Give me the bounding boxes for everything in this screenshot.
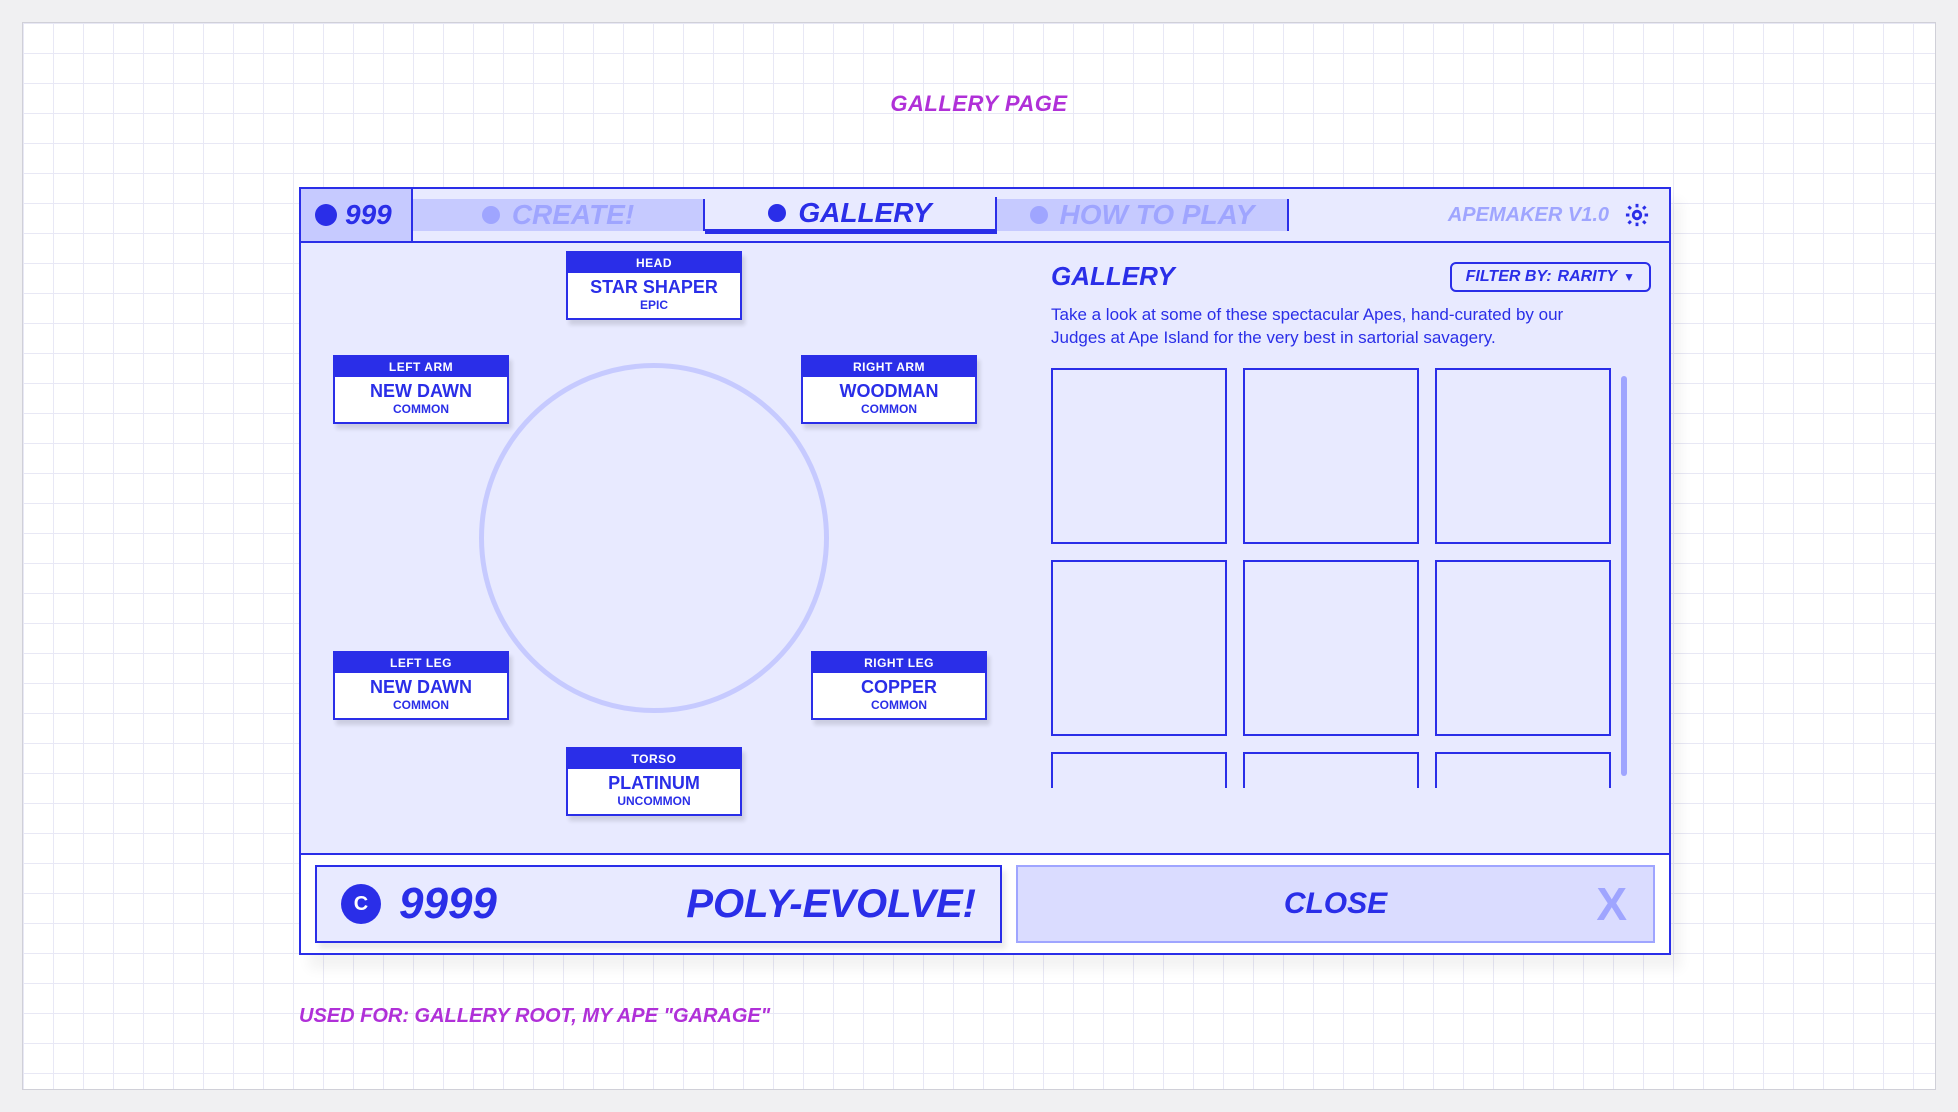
preview-area: HEAD STAR SHAPER EPIC LEFT ARM NEW DAWN …: [301, 243, 1011, 853]
coin-icon: [315, 204, 337, 226]
tab-create[interactable]: CREATE!: [413, 199, 705, 231]
page-title: GALLERY PAGE: [890, 91, 1067, 117]
part-card-left-leg[interactable]: LEFT LEG NEW DAWN COMMON: [333, 651, 509, 720]
filter-value: RARITY: [1558, 268, 1618, 286]
part-card-left-arm[interactable]: LEFT ARM NEW DAWN COMMON: [333, 355, 509, 424]
tab-label: HOW TO PLAY: [1060, 199, 1255, 231]
gallery-panel: GALLERY FILTER BY: RARITY ▼ Take a look …: [1051, 243, 1669, 853]
part-card-head[interactable]: HEAD STAR SHAPER EPIC: [566, 251, 742, 320]
part-slot: RIGHT ARM: [803, 357, 975, 377]
part-rarity: COMMON: [335, 402, 507, 422]
gallery-tile[interactable]: [1243, 752, 1419, 788]
chevron-down-icon: ▼: [1623, 270, 1635, 284]
tab-dot-icon: [1030, 206, 1048, 224]
part-card-right-leg[interactable]: RIGHT LEG COPPER COMMON: [811, 651, 987, 720]
currency-icon: C: [341, 884, 381, 924]
part-rarity: COMMON: [803, 402, 975, 422]
coin-count: 999: [345, 199, 392, 231]
topbar: 999 CREATE! GALLERY HOW TO PLAY APEMAKER…: [301, 189, 1669, 243]
bottom-bar: C 9999 POLY-EVOLVE! CLOSE X: [301, 853, 1669, 953]
part-name: WOODMAN: [803, 377, 975, 402]
part-name: COPPER: [813, 673, 985, 698]
gallery-tile[interactable]: [1435, 752, 1611, 788]
gallery-title: GALLERY: [1051, 261, 1175, 292]
part-name: PLATINUM: [568, 769, 740, 794]
tab-dot-icon: [768, 204, 786, 222]
coin-counter: 999: [301, 189, 411, 241]
part-name: NEW DAWN: [335, 377, 507, 402]
close-label: CLOSE: [1284, 887, 1387, 921]
version-label: APEMAKER V1.0: [1448, 204, 1609, 227]
part-rarity: EPIC: [568, 298, 740, 318]
gallery-description: Take a look at some of these spectacular…: [1051, 304, 1611, 350]
part-rarity: UNCOMMON: [568, 794, 740, 814]
gear-icon[interactable]: [1623, 201, 1651, 229]
scrollbar[interactable]: [1621, 376, 1627, 776]
part-slot: LEFT ARM: [335, 357, 507, 377]
tab-dot-icon: [482, 206, 500, 224]
tab-label: GALLERY: [798, 197, 931, 229]
evolve-label: POLY-EVOLVE!: [686, 882, 976, 927]
gallery-grid: [1051, 368, 1611, 788]
preview-circle: [479, 363, 829, 713]
gallery-tile[interactable]: [1243, 368, 1419, 544]
gallery-tile[interactable]: [1243, 560, 1419, 736]
part-slot: RIGHT LEG: [813, 653, 985, 673]
tab-gallery[interactable]: GALLERY: [705, 197, 997, 234]
poly-evolve-button[interactable]: C 9999 POLY-EVOLVE!: [315, 865, 1002, 943]
part-slot: HEAD: [568, 253, 740, 273]
filter-label: FILTER BY:: [1466, 268, 1552, 286]
close-button[interactable]: CLOSE X: [1016, 865, 1655, 943]
app-window: 999 CREATE! GALLERY HOW TO PLAY APEMAKER…: [299, 187, 1671, 955]
gallery-tile[interactable]: [1051, 368, 1227, 544]
gallery-tile[interactable]: [1051, 752, 1227, 788]
topbar-right: APEMAKER V1.0: [1289, 189, 1669, 241]
part-card-right-arm[interactable]: RIGHT ARM WOODMAN COMMON: [801, 355, 977, 424]
footnote: USED FOR: GALLERY ROOT, MY APE "GARAGE": [299, 1005, 770, 1028]
tab-bar: CREATE! GALLERY HOW TO PLAY: [411, 189, 1289, 241]
evolve-cost: 9999: [399, 879, 497, 929]
tab-howtoplay[interactable]: HOW TO PLAY: [997, 199, 1289, 231]
gallery-tile[interactable]: [1435, 560, 1611, 736]
close-icon: X: [1596, 877, 1627, 931]
part-name: STAR SHAPER: [568, 273, 740, 298]
part-name: NEW DAWN: [335, 673, 507, 698]
part-slot: TORSO: [568, 749, 740, 769]
filter-dropdown[interactable]: FILTER BY: RARITY ▼: [1450, 262, 1651, 292]
gallery-tile[interactable]: [1435, 368, 1611, 544]
tab-label: CREATE!: [512, 199, 634, 231]
gallery-tile[interactable]: [1051, 560, 1227, 736]
part-rarity: COMMON: [813, 698, 985, 718]
part-card-torso[interactable]: TORSO PLATINUM UNCOMMON: [566, 747, 742, 816]
part-slot: LEFT LEG: [335, 653, 507, 673]
part-rarity: COMMON: [335, 698, 507, 718]
